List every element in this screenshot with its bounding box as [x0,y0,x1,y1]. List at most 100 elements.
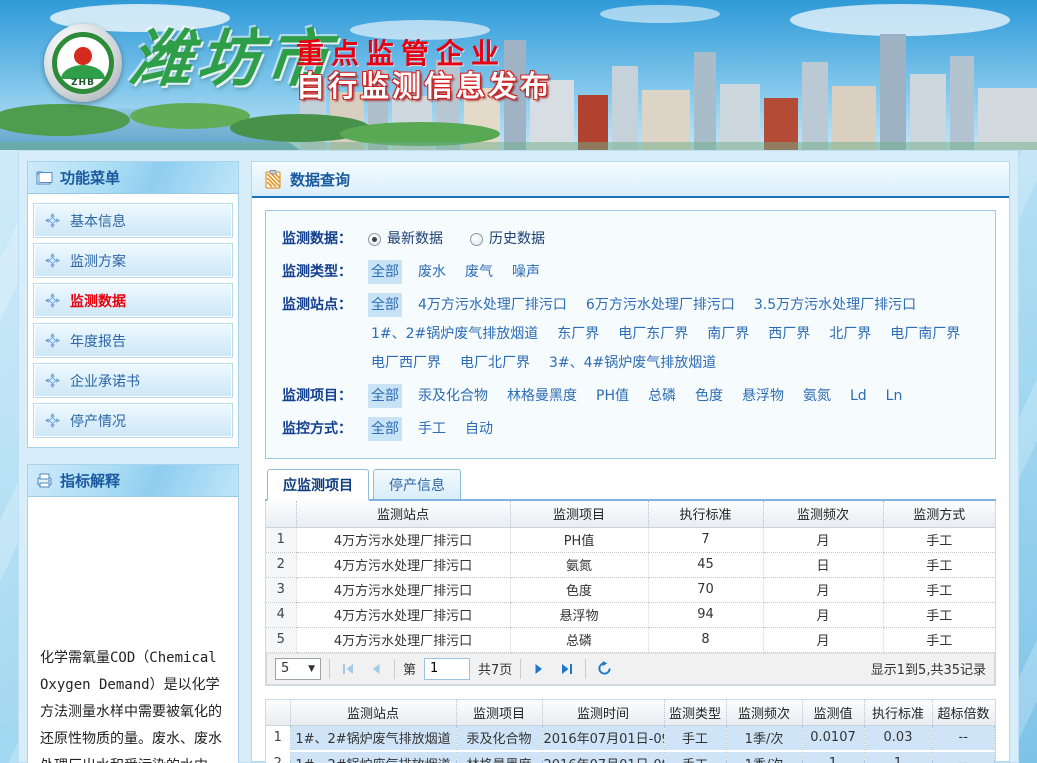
radio-selected-icon[interactable] [368,233,381,246]
filter-mode-option[interactable]: 自动 [462,417,496,441]
query-filter-box: 监测数据： 最新数据 历史数据 监测类型： [265,210,996,459]
page-prefix-label: 第 [403,659,416,678]
col-method[interactable]: 监测方式 [883,501,995,527]
main-panel: 数据查询 监测数据： 最新数据 历史数据 [251,161,1010,762]
row-number: 1 [266,726,290,751]
page-number-input[interactable] [424,658,470,680]
compass-arrow-icon [45,293,60,308]
logo-zhb-text: ZHB [57,78,109,88]
filter-station-option[interactable]: 3.5万方污水处理厂排污口 [751,293,919,317]
col-station[interactable]: 监测站点 [296,501,510,527]
col-station[interactable]: 监测站点 [290,700,456,726]
sidebar-item-shutdown-status[interactable]: 停产情况 [34,404,232,437]
table-row[interactable]: 5 4万方污水处理厂排污口 总磷 8 月 手工 [266,627,995,652]
prev-page-button[interactable] [366,659,386,679]
pagination-bar: 5 ▼ 第 共7页 [266,653,995,685]
filter-station-option[interactable]: 电厂南厂界 [887,322,963,346]
col-exceed[interactable]: 超标倍数 [932,700,995,726]
col-standard[interactable]: 执行标准 [648,501,763,527]
filter-station-option[interactable]: 3#、4#锅炉废气排放烟道 [546,351,719,375]
filter-label-station: 监测站点： [282,293,368,375]
filter-item-option[interactable]: 汞及化合物 [415,384,491,408]
table-row[interactable]: 3 4万方污水处理厂排污口 色度 70 月 手工 [266,577,995,602]
filter-station-option[interactable]: 电厂北厂界 [457,351,533,375]
glossary-panel: 指标解释 化学需氧量COD（Chemical Oxygen Demand）是以化… [27,464,239,763]
filter-mode-option[interactable]: 全部 [368,417,402,441]
sidebar-item-monitor-data[interactable]: 监测数据 [34,284,232,317]
refresh-button[interactable] [594,659,614,679]
cell-item: 总磷 [510,627,648,652]
next-page-button[interactable] [529,659,549,679]
col-frequency[interactable]: 监测频次 [726,700,802,726]
filter-type-option[interactable]: 全部 [368,260,402,284]
row-number: 4 [266,602,296,627]
radio-latest-data[interactable]: 最新数据 [368,227,443,251]
filter-item-option[interactable]: Ln [883,384,906,408]
filter-station-option[interactable]: 西厂界 [765,322,813,346]
col-value[interactable]: 监测值 [802,700,864,726]
cell-standard: 94 [648,602,763,627]
filter-item-option[interactable]: 氨氮 [800,384,834,408]
col-type[interactable]: 监测类型 [664,700,726,726]
filter-type-option[interactable]: 废水 [415,260,449,284]
filter-station-option[interactable]: 电厂西厂界 [368,351,444,375]
sidebar-item-monitor-plan[interactable]: 监测方案 [34,244,232,277]
filter-station-option[interactable]: 南厂界 [704,322,752,346]
radio-history-data[interactable]: 历史数据 [470,227,545,251]
sidebar-item-commitment[interactable]: 企业承诺书 [34,364,232,397]
filter-item-option[interactable]: 色度 [692,384,726,408]
col-standard[interactable]: 执行标准 [864,700,932,726]
page-size-select[interactable]: 5 ▼ [275,658,321,680]
filter-mode-option[interactable]: 手工 [415,417,449,441]
filter-type-option[interactable]: 废气 [462,260,496,284]
col-time[interactable]: 监测时间 [542,700,664,726]
divider [520,659,521,679]
filter-label-mode: 监控方式： [282,417,368,441]
first-page-button[interactable] [338,659,358,679]
col-frequency[interactable]: 监测频次 [763,501,883,527]
sidebar-item-basic-info[interactable]: 基本信息 [34,204,232,237]
sidebar-item-label: 监测数据 [70,291,126,311]
cell-standard: 0.03 [864,726,932,751]
filter-station-option[interactable]: 4万方污水处理厂排污口 [415,293,570,317]
sidebar-item-label: 停产情况 [70,411,126,431]
cell-station: 1#、2#锅炉废气排放烟道 [290,751,456,763]
filter-item-option[interactable]: 总磷 [645,384,679,408]
table-row[interactable]: 1 4万方污水处理厂排污口 PH值 7 月 手工 [266,527,995,552]
filter-item-option[interactable]: Ld [847,384,870,408]
cell-method: 手工 [883,552,995,577]
sidebar-item-annual-report[interactable]: 年度报告 [34,324,232,357]
filter-item-option[interactable]: PH值 [593,384,632,408]
chevron-down-icon: ▼ [308,664,315,674]
divider [394,659,395,679]
cell-exceed: -- [932,726,995,751]
col-item[interactable]: 监测项目 [456,700,542,726]
content-wrapper: 功能菜单 基本信息 监测方案 监测数据 [18,150,1019,763]
filter-station-option[interactable]: 1#、2#锅炉废气排放烟道 [368,322,541,346]
filter-station-option[interactable]: 全部 [368,293,402,317]
cell-standard: 7 [648,527,763,552]
row-number: 1 [266,527,296,552]
table-row[interactable]: 2 4万方污水处理厂排污口 氨氮 45 日 手工 [266,552,995,577]
first-page-icon [341,662,355,676]
tab-monitor-items[interactable]: 应监测项目 [267,469,369,501]
filter-item-option[interactable]: 全部 [368,384,402,408]
cell-method: 手工 [883,577,995,602]
table-row[interactable]: 4 4万方污水处理厂排污口 悬浮物 94 月 手工 [266,602,995,627]
radio-unselected-icon[interactable] [470,233,483,246]
tab-shutdown-info[interactable]: 停产信息 [373,469,461,499]
table-row[interactable]: 2 1#、2#锅炉废气排放烟道 林格曼黑度 2016年07月01日-09 手工 … [266,751,995,763]
filter-item-option[interactable]: 林格曼黑度 [504,384,580,408]
filter-station-option[interactable]: 6万方污水处理厂排污口 [583,293,738,317]
last-page-button[interactable] [557,659,577,679]
filter-type-option[interactable]: 噪声 [509,260,543,284]
table-row[interactable]: 1 1#、2#锅炉废气排放烟道 汞及化合物 2016年07月01日-09 手工 … [266,726,995,751]
filter-row-data: 监测数据： 最新数据 历史数据 [282,227,979,251]
filter-station-option[interactable]: 北厂界 [826,322,874,346]
page-size-value: 5 [281,661,289,676]
menu-list: 基本信息 监测方案 监测数据 年度报告 [28,194,238,447]
filter-station-option[interactable]: 电厂东厂界 [615,322,691,346]
filter-item-option[interactable]: 悬浮物 [739,384,787,408]
col-item[interactable]: 监测项目 [510,501,648,527]
filter-station-option[interactable]: 东厂界 [554,322,602,346]
